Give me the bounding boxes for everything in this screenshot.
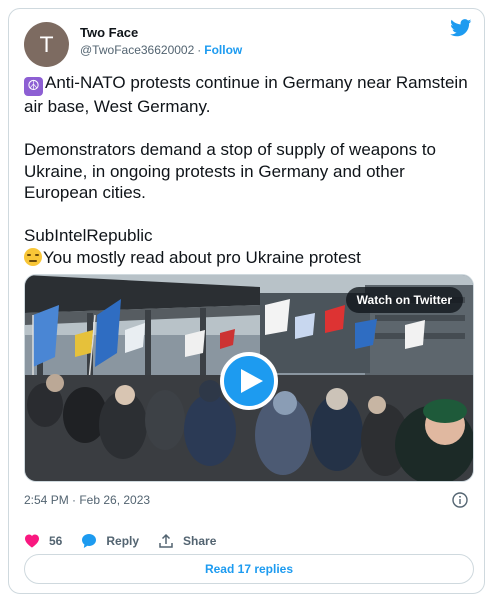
- peace-symbol-icon: ☮: [24, 77, 43, 96]
- share-button[interactable]: Share: [158, 533, 216, 549]
- video-player[interactable]: Watch on Twitter: [24, 274, 474, 482]
- like-count: 56: [49, 534, 63, 548]
- twitter-bird-icon[interactable]: [450, 19, 472, 37]
- reply-button[interactable]: Reply: [81, 533, 139, 549]
- author-handle-row: @TwoFace36620002 · Follow: [80, 43, 242, 57]
- share-label: Share: [183, 534, 217, 548]
- unamused-face-icon: [24, 247, 42, 266]
- play-icon: [240, 369, 263, 393]
- author-name[interactable]: Two Face: [80, 25, 138, 40]
- tweet-text: ☮ Anti-NATO protests continue in Germany …: [24, 72, 474, 268]
- read-replies-button[interactable]: Read 17 replies: [24, 554, 474, 584]
- action-bar: 56 Reply Share: [24, 529, 235, 553]
- like-button[interactable]: 56: [24, 533, 62, 549]
- avatar[interactable]: T: [24, 22, 69, 67]
- follow-button[interactable]: Follow: [204, 43, 242, 57]
- info-icon[interactable]: [452, 492, 468, 508]
- reply-label: Reply: [106, 534, 140, 548]
- share-icon: [159, 533, 173, 548]
- author-handle[interactable]: @TwoFace36620002: [80, 43, 194, 57]
- tweet-line-3: SubIntelRepublic: [24, 226, 153, 245]
- tweet-line-2: Demonstrators demand a stop of supply of…: [24, 140, 437, 202]
- tweet-timestamp[interactable]: 2:54 PM · Feb 26, 2023: [24, 493, 150, 507]
- reply-bubble-icon: [82, 534, 97, 548]
- separator-dot: ·: [197, 43, 202, 57]
- play-button[interactable]: [220, 352, 278, 410]
- tweet-line-4: You mostly read about pro Ukraine protes…: [24, 247, 474, 269]
- tweet-line-1: ☮ Anti-NATO protests continue in Germany …: [24, 73, 468, 116]
- watch-on-twitter-badge[interactable]: Watch on Twitter: [345, 287, 463, 313]
- heart-icon: [25, 534, 39, 548]
- tweet-card[interactable]: T Two Face @TwoFace36620002 · Follow ☮ Anti…: [8, 8, 485, 594]
